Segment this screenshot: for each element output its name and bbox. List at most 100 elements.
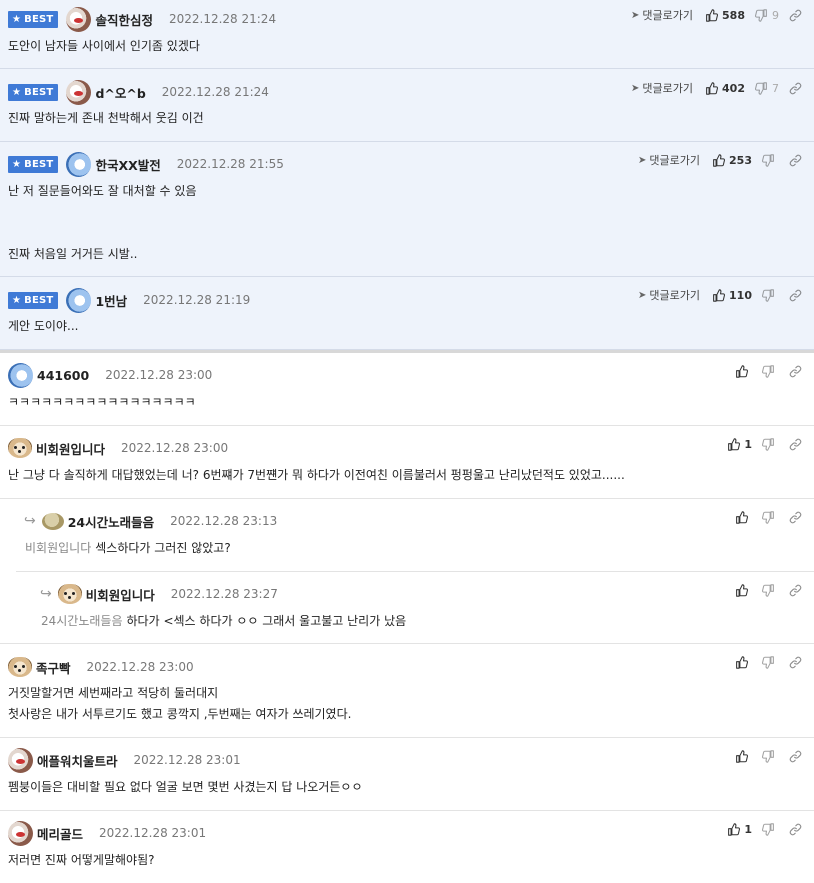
link-icon[interactable] — [789, 584, 802, 597]
thumbs-down-icon — [755, 82, 768, 95]
downvote-button[interactable]: 7 — [755, 82, 779, 95]
comment-nickname[interactable]: 애플워치울트라 — [37, 751, 118, 770]
comment-tools — [735, 361, 802, 381]
comment-tools — [735, 507, 802, 527]
link-icon[interactable] — [789, 750, 802, 763]
link-icon[interactable] — [789, 511, 802, 524]
comment-header: 441600 2022.12.28 23:00 — [8, 362, 212, 388]
upvote-button[interactable] — [735, 656, 752, 669]
comment-body: 비회원입니다 섹스하다가 그러진 않았고? — [25, 541, 231, 555]
thumbs-down-icon — [762, 656, 775, 669]
downvote-button[interactable] — [762, 511, 779, 524]
comment-nickname[interactable]: 메리골드 — [37, 824, 83, 843]
upvote-button[interactable]: 253 — [712, 154, 752, 167]
comment-body: 게안 도이야... — [8, 319, 79, 333]
comment-nickname[interactable]: 비회원입니다 — [36, 439, 105, 458]
downvote-button[interactable] — [762, 154, 779, 167]
comment-nickname[interactable]: 441600 — [37, 368, 89, 383]
upvote-button[interactable]: 588 — [705, 9, 745, 22]
downvote-button[interactable]: 9 — [755, 9, 779, 22]
upvote-button[interactable] — [735, 511, 752, 524]
downvote-button[interactable] — [762, 584, 779, 597]
best-badge: ★ BEST — [8, 291, 59, 309]
red-panda-avatar[interactable] — [66, 79, 92, 105]
comment-body: ㅋㅋㅋㅋㅋㅋㅋㅋㅋㅋㅋㅋㅋㅋㅋㅋㅋ — [8, 395, 196, 409]
upvote-button[interactable]: 1 — [727, 438, 752, 451]
mention-tag[interactable]: 비회원입니다 — [25, 541, 91, 555]
comment-body: 24시간노래들음 하다가 <섹스 하다가 ㅇㅇ 그래서 울고불고 난리가 났음 — [41, 614, 407, 628]
downvote-button[interactable] — [762, 656, 779, 669]
comment-nickname[interactable]: 1번남 — [95, 291, 127, 310]
comment-tools — [735, 652, 802, 672]
comment-date: 2022.12.28 21:24 — [161, 85, 269, 99]
thumbs-up-icon — [705, 9, 718, 22]
comment-tools: ➤ 댓글로가기 253 — [638, 150, 802, 170]
upvote-button[interactable] — [735, 365, 752, 378]
comment-body: 거짓말할거면 세번째라고 적당히 둘러대지 첫사랑은 내가 서투르기도 했고 콩… — [8, 686, 352, 721]
reply-link[interactable]: ➤ 댓글로가기 — [631, 7, 693, 23]
thumbs-up-icon — [735, 750, 748, 763]
comment-nickname[interactable]: 솔직한심정 — [95, 10, 153, 29]
upvote-button[interactable]: 1 — [727, 823, 752, 836]
send-icon: ➤ — [638, 154, 647, 166]
comment-date: 2022.12.28 21:19 — [143, 293, 251, 307]
thumbs-down-icon — [762, 154, 775, 167]
link-icon[interactable] — [789, 154, 802, 167]
downvote-button[interactable] — [762, 750, 779, 763]
downvote-button[interactable] — [762, 289, 779, 302]
reply-link[interactable]: ➤ 댓글로가기 — [631, 80, 693, 96]
blue-avatar[interactable] — [8, 362, 33, 388]
thumbs-down-icon — [762, 289, 775, 302]
comment-nickname[interactable]: 비회원입니다 — [86, 585, 155, 604]
link-icon[interactable] — [789, 656, 802, 669]
dog-avatar[interactable] — [8, 657, 32, 677]
link-icon[interactable] — [789, 82, 802, 95]
upvote-button[interactable]: 110 — [712, 289, 752, 302]
star-icon: ★ — [12, 13, 22, 25]
link-icon[interactable] — [789, 289, 802, 302]
blue-avatar[interactable] — [66, 151, 92, 177]
reply-link[interactable]: ➤ 댓글로가기 — [638, 152, 700, 168]
red-panda-avatar[interactable] — [8, 747, 33, 773]
link-icon[interactable] — [789, 438, 802, 451]
dog-avatar[interactable] — [8, 438, 32, 458]
upvote-button[interactable] — [735, 584, 752, 597]
comment-body: 도안이 남자들 사이에서 인기좀 있겠다 — [8, 39, 200, 53]
blue-avatar[interactable] — [66, 287, 92, 313]
downvote-button[interactable] — [762, 365, 779, 378]
best-comment: ★ BEST 솔직한심정 2022.12.28 21:24 ➤ 댓글로가기 588 … — [0, 0, 814, 69]
link-icon[interactable] — [789, 823, 802, 836]
link-icon[interactable] — [789, 9, 802, 22]
thumbs-up-icon — [727, 823, 740, 836]
comment-tools: ➤ 댓글로가기 402 7 — [631, 78, 802, 98]
comment-nickname[interactable]: 24시간노래들음 — [68, 512, 154, 531]
best-badge: ★ BEST — [8, 83, 59, 101]
upvote-button[interactable]: 402 — [705, 82, 745, 95]
reply-link[interactable]: ➤ 댓글로가기 — [638, 287, 700, 303]
dog-avatar[interactable] — [57, 584, 82, 604]
thumbs-up-icon — [712, 289, 725, 302]
downvote-button[interactable] — [762, 438, 779, 451]
thumbs-up-icon — [705, 82, 718, 95]
comment-nickname[interactable]: 한국XX발전 — [95, 155, 160, 174]
comment: 메리골드 2022.12.28 23:01 1 저러면 진짜 어떻게말해야됨? — [0, 811, 814, 883]
thumbs-down-icon — [762, 750, 775, 763]
comment-header: ↪ 24시간노래들음 2022.12.28 23:13 — [24, 508, 277, 534]
red-panda-avatar[interactable] — [8, 820, 33, 846]
downvote-button[interactable] — [762, 823, 779, 836]
red-panda-avatar[interactable] — [66, 6, 92, 32]
thumbs-down-icon — [762, 365, 775, 378]
upvote-button[interactable] — [735, 750, 752, 763]
blob-avatar[interactable] — [41, 512, 64, 530]
comment: 애플워치울트라 2022.12.28 23:01 펨붕이들은 대비할 필요 없다… — [0, 738, 814, 811]
comment-nickname[interactable]: 족구빡 — [36, 658, 71, 677]
best-badge: ★ BEST — [8, 10, 59, 28]
link-icon[interactable] — [789, 365, 802, 378]
thumbs-down-icon — [762, 823, 775, 836]
comment-tools: ➤ 댓글로가기 588 9 — [631, 5, 802, 25]
comment-nickname[interactable]: d^오^b — [95, 83, 145, 102]
comment-date: 2022.12.28 23:00 — [121, 441, 229, 455]
send-icon: ➤ — [631, 82, 640, 94]
comment-date: 2022.12.28 21:55 — [176, 157, 284, 171]
mention-tag[interactable]: 24시간노래들음 — [41, 614, 123, 628]
